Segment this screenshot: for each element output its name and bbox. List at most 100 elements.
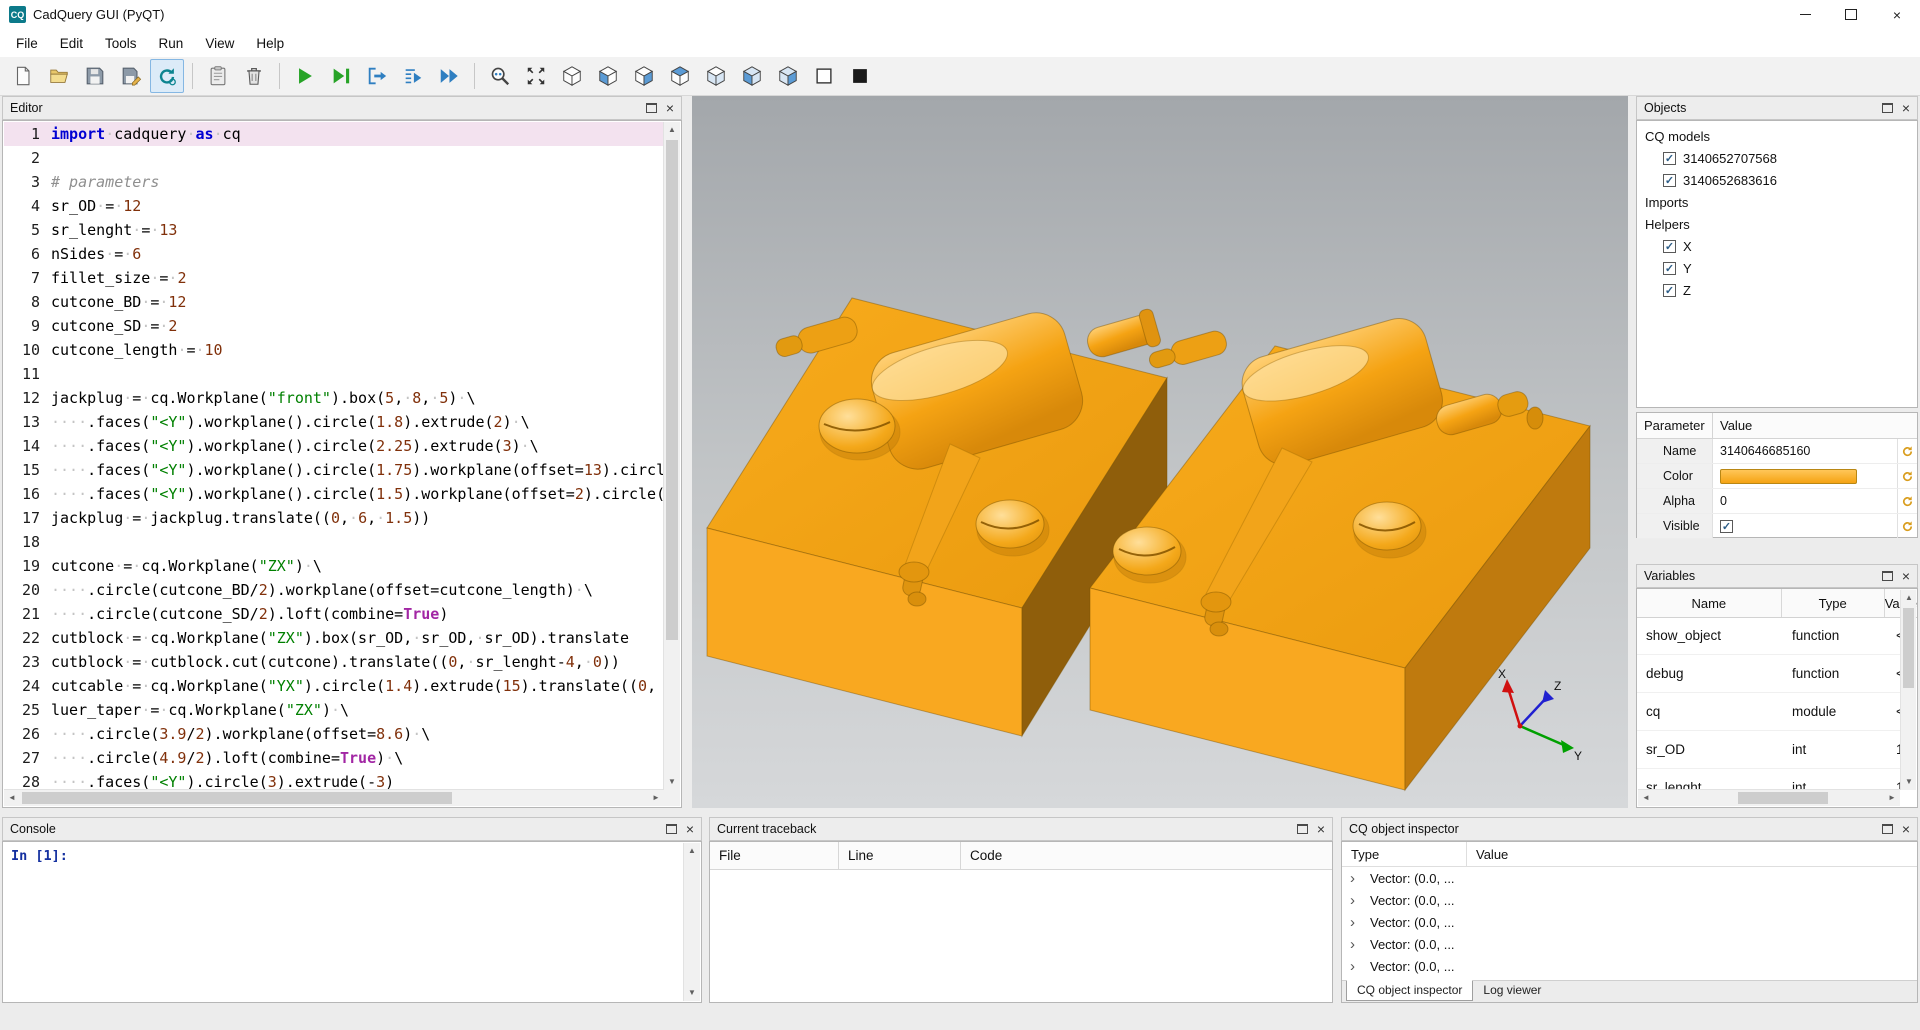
checkbox[interactable]: ✓ — [1663, 174, 1676, 187]
inspector-row[interactable]: ›Vector: (0.0, ... — [1342, 933, 1917, 955]
scroll-right-icon[interactable]: ► — [648, 790, 664, 806]
visible-checkbox[interactable]: ✓ — [1720, 520, 1733, 533]
checkbox[interactable]: ✓ — [1663, 152, 1676, 165]
scroll-up-icon[interactable]: ▲ — [664, 122, 680, 138]
clear-console-button[interactable] — [201, 59, 235, 93]
view-back-button[interactable] — [627, 59, 661, 93]
scroll-down-icon[interactable]: ▼ — [684, 985, 700, 1001]
float-panel-icon[interactable] — [646, 103, 657, 113]
view-bottom-button[interactable] — [699, 59, 733, 93]
float-panel-icon[interactable] — [1882, 571, 1893, 581]
close-panel-icon[interactable]: × — [686, 822, 694, 836]
scroll-down-icon[interactable]: ▼ — [664, 774, 680, 790]
scrollbar-thumb[interactable] — [1903, 608, 1914, 688]
scroll-left-icon[interactable]: ◄ — [1638, 790, 1654, 806]
close-button[interactable]: × — [1874, 0, 1920, 29]
debug-button[interactable] — [324, 59, 358, 93]
tree-item[interactable]: ✓Y — [1637, 257, 1917, 279]
inspector-row[interactable]: ›Vector: (0.0, ... — [1342, 911, 1917, 933]
scroll-up-icon[interactable]: ▲ — [1901, 590, 1917, 606]
reset-button[interactable] — [1897, 514, 1917, 538]
continue-button[interactable] — [432, 59, 466, 93]
checkbox[interactable]: ✓ — [1663, 240, 1676, 253]
viewport-3d[interactable]: X Z Y — [692, 96, 1628, 808]
view-front-button[interactable] — [591, 59, 625, 93]
scroll-left-icon[interactable]: ◄ — [4, 790, 20, 806]
console-vertical-scrollbar[interactable]: ▲ ▼ — [683, 843, 700, 1001]
inspect-object-button[interactable] — [483, 59, 517, 93]
float-panel-icon[interactable] — [1297, 824, 1308, 834]
new-file-button[interactable] — [6, 59, 40, 93]
inspector-row[interactable]: ›Vector: (0.0, ... — [1342, 867, 1917, 889]
menu-edit[interactable]: Edit — [49, 32, 94, 55]
inspector-row[interactable]: ›Vector: (0.0, ... — [1342, 955, 1917, 977]
variable-row[interactable]: cqmodule<m — [1637, 693, 1901, 731]
open-file-button[interactable] — [42, 59, 76, 93]
wireframe-button[interactable] — [807, 59, 841, 93]
shaded-button[interactable] — [843, 59, 877, 93]
color-swatch[interactable] — [1720, 469, 1857, 484]
checkbox[interactable]: ✓ — [1663, 262, 1676, 275]
console-area[interactable]: In [1]: ▲ ▼ — [2, 841, 702, 1003]
view-top-button[interactable] — [663, 59, 697, 93]
property-value[interactable]: ✓ — [1713, 514, 1897, 538]
variables-horizontal-scrollbar[interactable]: ◄ ► — [1638, 789, 1900, 806]
inspector-row[interactable]: ›Vector: (0.0, ... — [1342, 889, 1917, 911]
editor-horizontal-scrollbar[interactable]: ◄ ► — [4, 789, 664, 806]
close-panel-icon[interactable]: × — [1317, 822, 1325, 836]
checkbox[interactable]: ✓ — [1663, 284, 1676, 297]
expand-chevron-icon[interactable]: › — [1350, 937, 1364, 952]
scrollbar-thumb[interactable] — [666, 140, 678, 640]
variable-row[interactable]: sr_ODint12 — [1637, 731, 1901, 769]
objects-tree[interactable]: CQ models✓3140652707568✓3140652683616Imp… — [1636, 120, 1918, 408]
close-panel-icon[interactable]: × — [666, 101, 674, 115]
menu-help[interactable]: Help — [245, 32, 295, 55]
reset-button[interactable] — [1897, 439, 1917, 463]
scroll-up-icon[interactable]: ▲ — [684, 843, 700, 859]
scroll-down-icon[interactable]: ▼ — [1901, 774, 1917, 790]
variables-vertical-scrollbar[interactable]: ▲ ▼ — [1900, 590, 1916, 790]
view-iso-button[interactable] — [555, 59, 589, 93]
fit-view-button[interactable] — [519, 59, 553, 93]
view-right-button[interactable] — [771, 59, 805, 93]
autoreload-button[interactable] — [150, 59, 184, 93]
property-value[interactable] — [1713, 464, 1897, 488]
variable-row[interactable]: show_objectfunction<f — [1637, 617, 1901, 655]
expand-chevron-icon[interactable]: › — [1350, 915, 1364, 930]
tree-item[interactable]: ✓X — [1637, 235, 1917, 257]
expand-chevron-icon[interactable]: › — [1350, 871, 1364, 886]
maximize-button[interactable] — [1828, 0, 1874, 29]
minimize-button[interactable] — [1782, 0, 1828, 29]
expand-chevron-icon[interactable]: › — [1350, 893, 1364, 908]
close-panel-icon[interactable]: × — [1902, 822, 1910, 836]
tab-log-viewer[interactable]: Log viewer — [1473, 981, 1551, 1000]
tree-item[interactable]: ✓3140652683616 — [1637, 169, 1917, 191]
save-button[interactable] — [78, 59, 112, 93]
close-panel-icon[interactable]: × — [1902, 569, 1910, 583]
view-left-button[interactable] — [735, 59, 769, 93]
close-panel-icon[interactable]: × — [1902, 101, 1910, 115]
render-button[interactable] — [288, 59, 322, 93]
menu-run[interactable]: Run — [148, 32, 195, 55]
menu-file[interactable]: File — [5, 32, 49, 55]
step-over-button[interactable] — [396, 59, 430, 93]
tab-cq-object-inspector[interactable]: CQ object inspector — [1346, 980, 1473, 1001]
code-area[interactable]: 1import·cadquery·as·cq23# parameters4sr_… — [4, 122, 664, 790]
float-panel-icon[interactable] — [1882, 103, 1893, 113]
editor-vertical-scrollbar[interactable]: ▲ ▼ — [663, 122, 680, 790]
code-editor[interactable]: 1import·cadquery·as·cq23# parameters4sr_… — [2, 120, 682, 808]
scroll-right-icon[interactable]: ► — [1884, 790, 1900, 806]
tree-item[interactable]: ✓3140652707568 — [1637, 147, 1917, 169]
reset-button[interactable] — [1897, 464, 1917, 488]
reset-button[interactable] — [1897, 489, 1917, 513]
menu-tools[interactable]: Tools — [94, 32, 148, 55]
save-as-button[interactable] — [114, 59, 148, 93]
float-panel-icon[interactable] — [1882, 824, 1893, 834]
variable-row[interactable]: debugfunction<f — [1637, 655, 1901, 693]
scrollbar-thumb[interactable] — [22, 792, 452, 804]
float-panel-icon[interactable] — [666, 824, 677, 834]
step-into-button[interactable] — [360, 59, 394, 93]
tree-item[interactable]: ✓Z — [1637, 279, 1917, 301]
delete-button[interactable] — [237, 59, 271, 93]
expand-chevron-icon[interactable]: › — [1350, 959, 1364, 974]
